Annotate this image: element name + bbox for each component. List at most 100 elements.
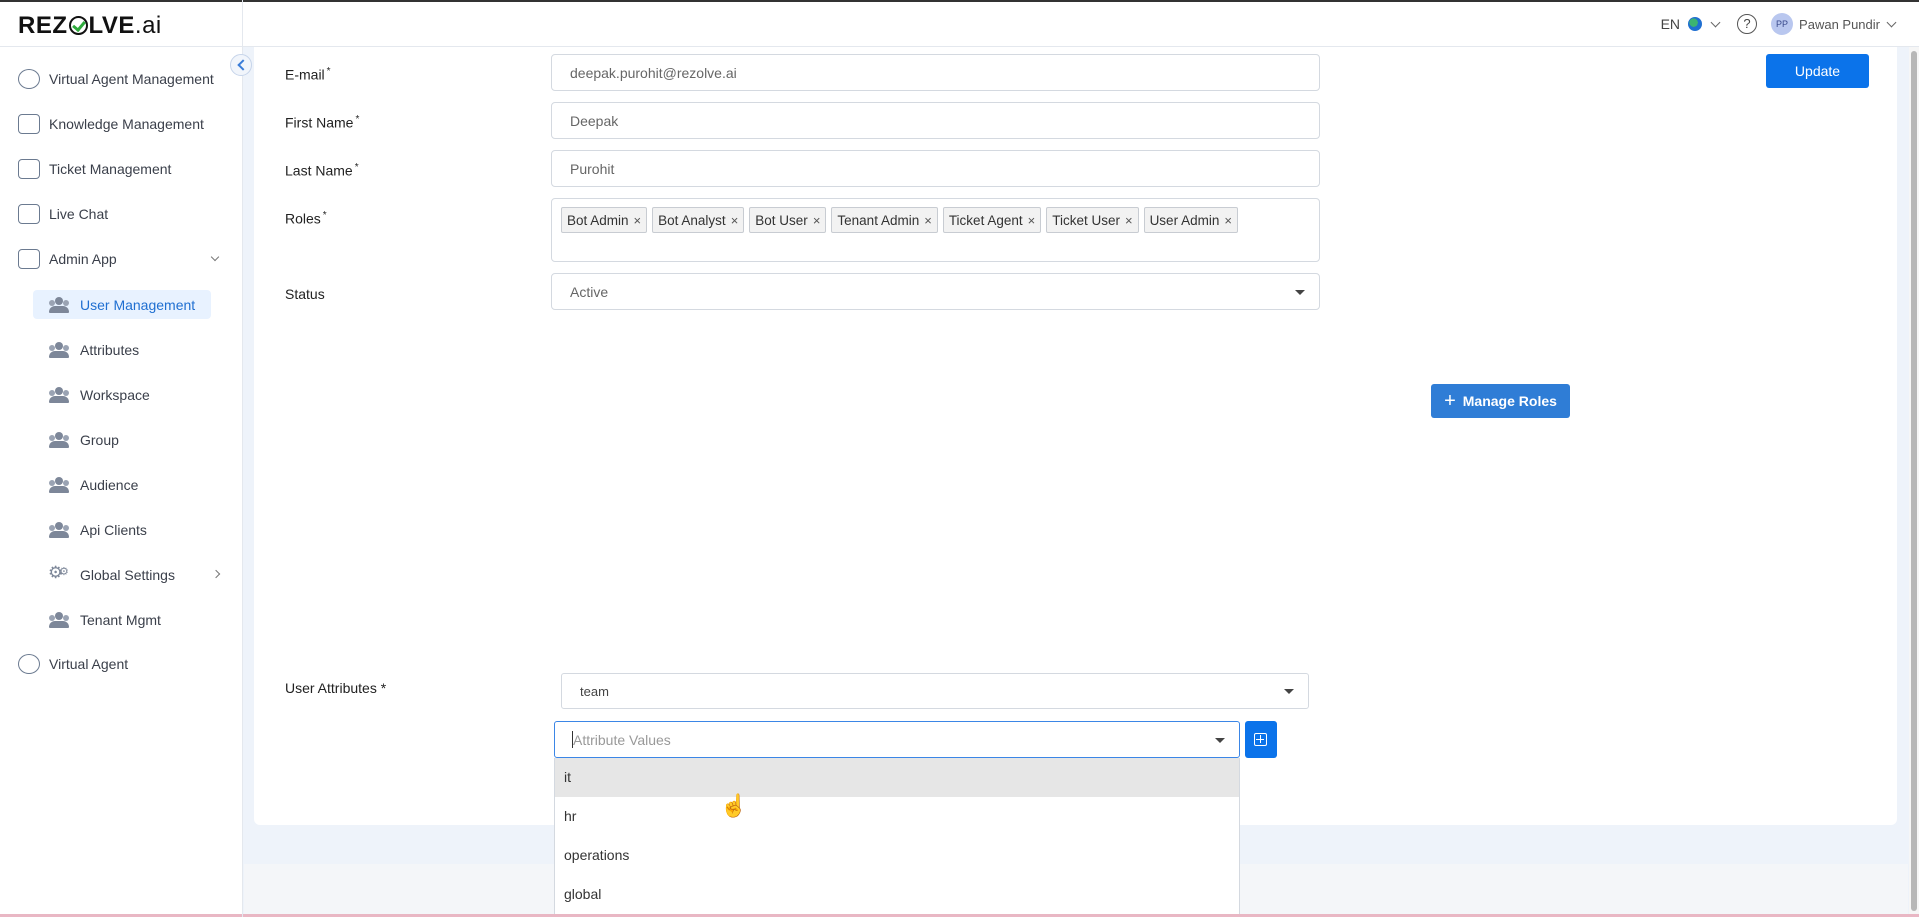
logo-check-icon [68,16,88,35]
headset-icon [18,654,40,674]
email-field[interactable]: deepak.purohit@rezolve.ai [551,54,1320,91]
rezolve-logo[interactable]: REZ LVE.ai [18,12,162,40]
sidebar-item-label: Workspace [80,386,150,403]
ticket-icon [18,159,40,179]
collapse-sidebar-icon[interactable] [230,54,252,76]
sidebar-item-label: Global Settings [80,566,175,583]
sidebar-item-virtual-agent-management[interactable]: Virtual Agent Management [18,66,214,92]
roles-label-text: Roles [285,210,321,227]
sidebar-item-label: Api Clients [80,521,147,538]
sidebar-item-user-management[interactable]: User Management [33,290,211,319]
dropdown-option[interactable]: global [555,875,1239,914]
sidebar-item-group[interactable]: Group [33,425,211,454]
remove-tag-icon[interactable]: × [924,213,932,228]
sidebar-item-label: Audience [80,476,139,493]
sidebar-item-admin-app[interactable]: Admin App [18,246,228,272]
help-icon[interactable]: ? [1737,14,1758,34]
caret-down-icon [1295,290,1305,295]
first-name-field[interactable]: Deepak [551,102,1320,139]
users-icon [48,521,70,538]
remove-tag-icon[interactable]: × [634,213,642,228]
sidebar-item-label: User Management [80,296,196,313]
logo-text-right: LVE [88,12,135,39]
users-icon [48,611,70,628]
role-tag-label: Bot Admin [567,212,629,228]
last-name-label: Last Name * [285,162,359,179]
top-right-controls: EN ? PP Pawan Pundir [1661,13,1897,35]
role-tag-label: User Admin [1149,212,1220,228]
add-attribute-button[interactable] [1245,721,1277,758]
add-square-icon [1254,733,1267,746]
email-label: E-mail * [285,66,331,83]
role-tag: Tenant Admin × [831,207,938,233]
sidebar-item-label: Knowledge Management [49,116,204,132]
roles-label: Roles * [285,210,327,227]
role-tag: Bot Admin × [561,207,648,233]
globe-icon[interactable] [1688,17,1703,31]
chat-icon [18,204,40,224]
status-label: Status [285,286,325,302]
required-mark: * [355,114,360,125]
sidebar-divider [242,0,243,917]
chevron-down-icon [210,252,220,262]
sidebar-item-api-clients[interactable]: Api Clients [33,515,211,544]
attribute-values-input[interactable]: Attribute Values [554,721,1240,758]
role-tag: Bot User × [749,207,827,233]
caret-down-icon [1284,689,1294,694]
update-button[interactable]: Update [1766,54,1869,88]
attribute-values-placeholder: Attribute Values [573,732,671,748]
role-tag-label: Bot User [755,212,808,228]
remove-tag-icon[interactable]: × [731,213,739,228]
remove-tag-icon[interactable]: × [1224,213,1232,228]
dropdown-option[interactable]: it [555,758,1239,797]
attribute-select[interactable]: team [561,673,1309,709]
required-mark: * [322,210,327,221]
role-tag-label: Bot Analyst [658,212,726,228]
manage-roles-button[interactable]: + Manage Roles [1431,384,1570,418]
users-icon [48,296,70,313]
users-outline-icon [18,69,40,89]
last-name-label-text: Last Name [285,162,353,179]
role-tag: Ticket User × [1046,207,1139,233]
sidebar-item-tenant-mgmt[interactable]: Tenant Mgmt [33,605,211,634]
sidebar-item-label: Live Chat [49,206,109,222]
caret-down-icon [1215,738,1225,743]
users-icon [48,386,70,403]
sidebar-item-knowledge-management[interactable]: Knowledge Management [18,111,204,137]
required-mark: * [326,66,331,77]
remove-tag-icon[interactable]: × [1028,213,1036,228]
scrollbar-thumb[interactable] [1911,51,1917,911]
email-label-text: E-mail [285,66,325,83]
sidebar-item-label: Group [80,431,119,448]
user-name[interactable]: Pawan Pundir [1799,17,1880,32]
sidebar-item-audience[interactable]: Audience [33,470,211,499]
chevron-down-icon[interactable] [1710,17,1721,27]
user-menu-chevron-icon[interactable] [1886,17,1897,27]
remove-tag-icon[interactable]: × [813,213,821,228]
sidebar-item-virtual-agent[interactable]: Virtual Agent [18,651,128,677]
last-name-field[interactable]: Purohit [551,150,1320,187]
dropdown-option[interactable]: operations [555,836,1239,875]
status-value: Active [570,284,609,300]
dropdown-option[interactable]: hr [555,797,1239,836]
sidebar-item-global-settings[interactable]: Global Settings [33,560,221,589]
role-tag-label: Tenant Admin [837,212,920,228]
sidebar-item-attributes[interactable]: Attributes [33,335,211,364]
roles-multiselect[interactable]: Bot Admin × Bot Analyst × Bot User × Tenant… [551,198,1320,262]
page-scrollbar[interactable] [1909,47,1919,917]
hand-cursor-icon: ☝ [720,793,748,818]
users-icon [48,476,70,493]
sidebar-item-live-chat[interactable]: Live Chat [18,201,108,227]
sidebar-item-ticket-management[interactable]: Ticket Management [18,156,171,182]
avatar[interactable]: PP [1771,13,1794,35]
logo-suffix: .ai [134,12,162,39]
sidebar-item-label: Ticket Management [49,161,172,177]
language-label[interactable]: EN [1661,16,1680,32]
book-icon [18,114,40,134]
role-tag-label: Ticket Agent [948,212,1023,228]
plus-icon: + [1444,390,1456,412]
sidebar-item-workspace[interactable]: Workspace [33,380,211,409]
sidebar-item-label: Tenant Mgmt [80,611,161,628]
status-select[interactable]: Active [551,273,1320,310]
remove-tag-icon[interactable]: × [1125,213,1133,228]
